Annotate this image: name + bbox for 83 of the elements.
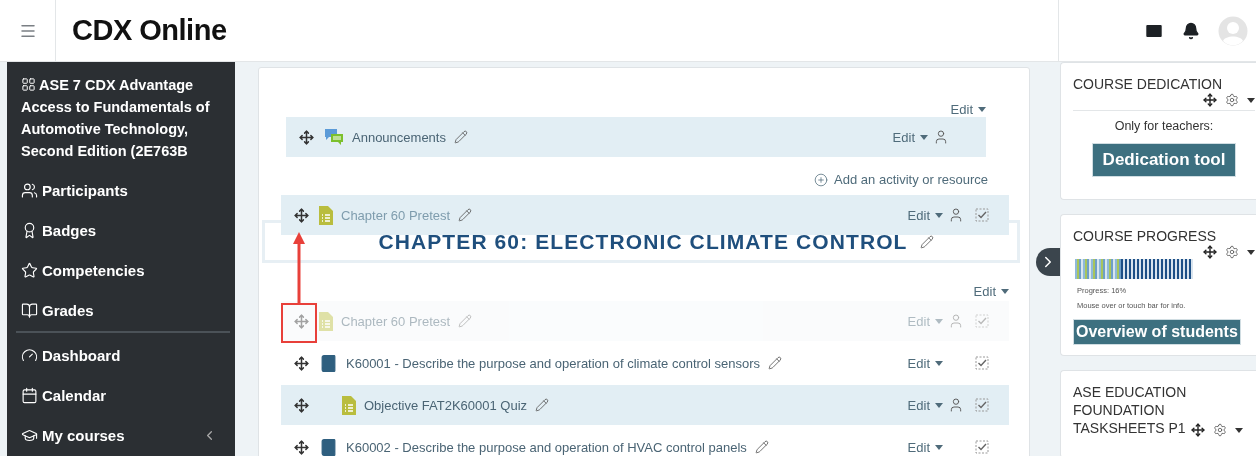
nav-item[interactable]: Competencies [21, 250, 235, 290]
nav-item[interactable]: Calendar [21, 375, 235, 415]
caret-icon [978, 107, 986, 112]
document-icon [342, 395, 356, 415]
person-icon[interactable] [948, 397, 964, 413]
gauge-icon [21, 346, 38, 364]
block-title: COURSE PROGRESS [1073, 227, 1218, 245]
edit-menu[interactable]: Edit [973, 284, 1009, 299]
gear-icon[interactable] [1213, 423, 1227, 437]
completion-checkbox-icon[interactable] [975, 208, 989, 222]
book-icon [319, 437, 338, 456]
pencil-icon[interactable] [754, 440, 769, 454]
activity-row[interactable]: Objective FAT2K60001 Quiz Edit [281, 385, 1009, 425]
overview-button[interactable]: Overview of students [1073, 319, 1241, 345]
caret-icon [935, 360, 943, 366]
block-title: ASE EDUCATION FOUNDATION TASKSHEETS P1 [1073, 383, 1188, 437]
pencil-icon[interactable] [458, 208, 473, 222]
person-icon[interactable] [948, 207, 964, 223]
move-icon[interactable] [1203, 245, 1217, 259]
open-book-icon [21, 301, 38, 319]
add-activity-link[interactable]: Add an activity or resource [814, 172, 988, 187]
move-icon[interactable] [299, 129, 314, 145]
gear-icon[interactable] [1225, 245, 1239, 259]
star-icon [21, 261, 38, 279]
activity-link[interactable]: K60001 - Describe the purpose and operation of climate control sensors [346, 355, 761, 371]
move-icon[interactable] [1191, 423, 1205, 437]
pencil-icon[interactable] [919, 234, 934, 249]
caret-icon [920, 134, 928, 140]
chat-bubbles-icon [324, 128, 344, 146]
move-icon[interactable] [294, 439, 309, 455]
activity-link[interactable]: K60002 - Describe the purpose and operation of HVAC control panels [346, 439, 747, 455]
edit-menu[interactable]: Edit [950, 102, 986, 117]
edit-menu[interactable]: Edit [907, 355, 943, 371]
completion-checkbox-icon[interactable] [975, 356, 989, 370]
course-title-link[interactable]: ASE 7 CDX Advantage Access to Fundamentals of Automotive Technology, Second Edition (2E763B [21, 74, 235, 162]
move-icon[interactable] [294, 207, 309, 223]
bell-icon[interactable] [1182, 21, 1200, 40]
plus-circle-icon [814, 172, 829, 187]
move-icon[interactable] [294, 355, 309, 371]
edit-menu[interactable]: Edit [907, 207, 943, 223]
calendar-icon [21, 386, 38, 404]
move-icon[interactable] [294, 397, 309, 413]
activity-link[interactable]: Objective FAT2K60001 Quiz [364, 397, 528, 413]
caret-icon [935, 212, 943, 218]
pencil-icon[interactable] [453, 130, 468, 144]
completion-checkbox-icon[interactable] [975, 398, 989, 412]
activity-link[interactable]: Announcements [352, 129, 446, 145]
nav-item[interactable]: Participants [21, 170, 235, 210]
caret-icon [1235, 427, 1243, 433]
progress-stripes-drawing[interactable] [1075, 259, 1193, 279]
edit-menu[interactable]: Edit [907, 397, 943, 413]
caret-icon [935, 444, 943, 450]
document-icon [319, 205, 333, 225]
block-title: COURSE DEDICATION [1073, 75, 1224, 93]
book-icon [319, 353, 338, 373]
caret-icon [1247, 97, 1255, 103]
caret-icon [935, 402, 943, 408]
nav-item[interactable]: My courses [21, 415, 235, 455]
activity-row[interactable]: Chapter 60 Pretest Edit [281, 195, 1009, 235]
document-icon [319, 311, 333, 331]
move-icon[interactable] [1203, 93, 1217, 107]
grid-icon [21, 77, 36, 92]
edit-menu[interactable]: Edit [892, 129, 928, 145]
nav-item[interactable]: Grades [21, 290, 235, 330]
caret-icon [1247, 249, 1255, 255]
arrow-drawing [293, 232, 305, 304]
people-icon [21, 181, 38, 199]
pencil-icon[interactable] [768, 356, 783, 370]
dedication-button[interactable]: Dedication tool [1091, 143, 1237, 177]
edit-menu[interactable]: Edit [907, 439, 943, 455]
completion-checkbox-icon[interactable] [975, 440, 989, 454]
highlight-frame [281, 303, 317, 343]
teachers-note: Only for teachers: [1113, 119, 1215, 133]
pencil-icon[interactable] [535, 398, 550, 412]
activity-row[interactable]: Announcements Edit [286, 117, 986, 157]
nav-item[interactable]: Dashboard [21, 335, 235, 375]
drawer-toggle-button[interactable] [1036, 248, 1060, 276]
nav-item[interactable]: Badges [21, 210, 235, 250]
caret-icon [1001, 289, 1009, 294]
gear-icon[interactable] [1225, 93, 1239, 107]
person-icon[interactable] [933, 129, 949, 145]
caret-icon [935, 318, 943, 324]
logo[interactable]: CDX Online [72, 14, 227, 47]
